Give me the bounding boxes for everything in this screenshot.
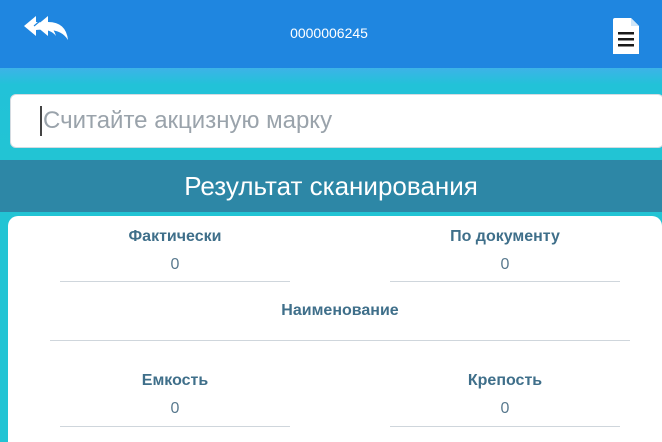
by-document-label: По документу (450, 228, 560, 245)
document-icon (613, 18, 639, 54)
actual-underline (60, 281, 290, 282)
capacity-underline (60, 426, 290, 427)
app-root: 0000006245 Результат сканирования Фактич… (0, 0, 662, 442)
capacity-label: Емкость (141, 372, 209, 389)
back-arrow-icon (24, 15, 68, 40)
page-title: 0000006245 (0, 0, 662, 68)
document-button[interactable] (611, 16, 641, 56)
back-button[interactable] (22, 14, 74, 50)
excise-stamp-input[interactable] (11, 95, 662, 147)
section-title: Результат сканирования (184, 171, 478, 201)
name-underline (50, 340, 630, 341)
excise-stamp-input-wrapper (10, 94, 662, 148)
actual-label: Фактически (128, 228, 222, 245)
strength-value: 0 (500, 400, 510, 417)
name-label: Наименование (281, 302, 399, 319)
by-document-underline (390, 281, 620, 282)
document-number: 0000006245 (290, 25, 368, 41)
text-caret (40, 106, 42, 136)
by-document-value: 0 (500, 256, 510, 273)
capacity-value: 0 (170, 400, 180, 417)
strength-underline (390, 426, 620, 427)
actual-value: 0 (170, 256, 180, 273)
strength-label: Крепость (467, 372, 543, 389)
header-bar: 0000006245 (0, 0, 662, 68)
